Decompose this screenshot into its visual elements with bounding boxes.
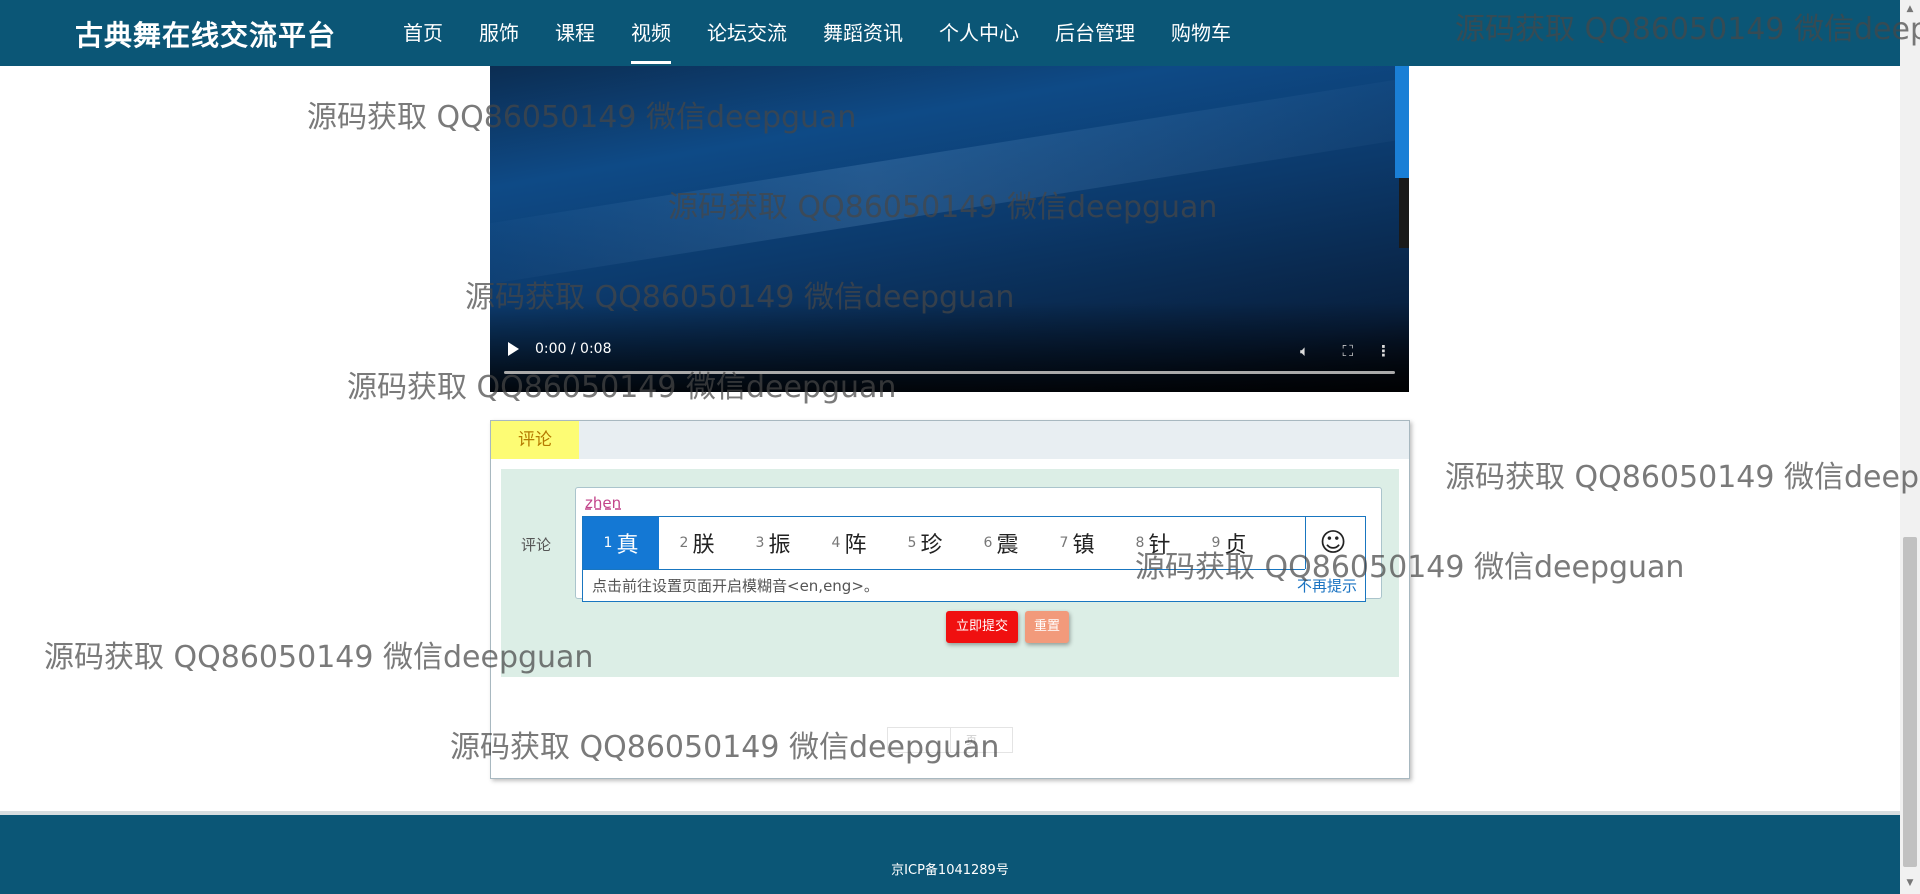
- ime-candidate[interactable]: 4阵: [811, 517, 887, 569]
- nav-home[interactable]: 首页: [385, 0, 461, 66]
- submit-button[interactable]: 立即提交: [946, 611, 1018, 643]
- comment-panel: 评论 评论 zhen 1真 2朕 3振 4阵 5珍 6震 7镇 8针 9贞 ☺ …: [490, 420, 1410, 779]
- nav-course[interactable]: 课程: [537, 0, 613, 66]
- nav-video[interactable]: 视频: [613, 0, 689, 66]
- nav-forum[interactable]: 论坛交流: [689, 0, 805, 66]
- comment-field-label: 评论: [521, 536, 552, 554]
- nav-costume[interactable]: 服饰: [461, 0, 537, 66]
- video-progress-bar[interactable]: [504, 371, 1395, 374]
- scroll-thumb[interactable]: [1903, 537, 1917, 867]
- volume-icon[interactable]: 🔈︎: [1300, 342, 1309, 360]
- video-frame-highlight: [490, 66, 1409, 292]
- pagination-divider: [950, 728, 951, 752]
- video-time: 0:00 / 0:08: [535, 341, 612, 357]
- comment-textarea[interactable]: zhen 1真 2朕 3振 4阵 5珍 6震 7镇 8针 9贞 ☺ 点击前往设置…: [575, 487, 1382, 602]
- ime-candidate[interactable]: 6震: [963, 517, 1039, 569]
- footer: 京ICP备1041289号: [0, 815, 1900, 894]
- pagination: 页: [887, 727, 1013, 753]
- watermark-text: 源码获取 QQ86050149 微信deepguan: [1445, 460, 1920, 495]
- nav-admin[interactable]: 后台管理: [1037, 0, 1153, 66]
- emoji-icon[interactable]: ☺: [1305, 517, 1360, 569]
- fullscreen-icon[interactable]: ⛶: [1342, 342, 1353, 360]
- ime-candidate[interactable]: 3振: [735, 517, 811, 569]
- ime-composition-text: zhen: [585, 494, 622, 512]
- video-frame-edge: [1395, 66, 1409, 178]
- ime-candidate-window: 1真 2朕 3振 4阵 5珍 6震 7镇 8针 9贞 ☺ 点击前往设置页面开启模…: [582, 516, 1366, 602]
- tab-comment[interactable]: 评论: [491, 421, 579, 459]
- play-icon[interactable]: [508, 342, 519, 356]
- more-options-icon[interactable]: ⋮: [1376, 342, 1391, 360]
- ime-candidate[interactable]: 8针: [1115, 517, 1191, 569]
- video-player[interactable]: 0:00 / 0:08 🔈︎ ⛶ ⋮: [490, 66, 1409, 392]
- ime-candidate[interactable]: 7镇: [1039, 517, 1115, 569]
- site-title[interactable]: 古典舞在线交流平台: [75, 14, 336, 54]
- video-frame-edge-dark: [1399, 178, 1409, 248]
- reset-button[interactable]: 重置: [1025, 611, 1069, 643]
- comment-panel-header: [491, 421, 1409, 459]
- ime-dismiss-hint-link[interactable]: 不再提示: [1297, 575, 1357, 596]
- nav-user-center[interactable]: 个人中心: [921, 0, 1037, 66]
- main-nav: 首页 服饰 课程 视频 论坛交流 舞蹈资讯 个人中心 后台管理 购物车: [385, 0, 1249, 66]
- ime-candidate[interactable]: 9贞: [1191, 517, 1267, 569]
- nav-cart[interactable]: 购物车: [1153, 0, 1249, 66]
- icp-record[interactable]: 京ICP备1041289号: [0, 859, 1900, 878]
- scroll-down-icon[interactable]: ▼: [1904, 878, 1916, 890]
- scroll-up-icon[interactable]: ▲: [1904, 4, 1916, 16]
- ime-candidate[interactable]: 5珍: [887, 517, 963, 569]
- ime-candidate-list: 1真 2朕 3振 4阵 5珍 6震 7镇 8针 9贞: [583, 517, 1305, 570]
- ime-candidate[interactable]: 2朕: [659, 517, 735, 569]
- nav-news[interactable]: 舞蹈资讯: [805, 0, 921, 66]
- video-controls-bar: [490, 302, 1409, 392]
- pagination-page[interactable]: 页: [966, 732, 977, 748]
- ime-fuzzy-hint[interactable]: 点击前往设置页面开启模糊音<en,eng>。: [592, 575, 879, 596]
- comment-form: 评论 zhen 1真 2朕 3振 4阵 5珍 6震 7镇 8针 9贞 ☺ 点击前…: [501, 469, 1399, 677]
- top-navbar: 古典舞在线交流平台 首页 服饰 课程 视频 论坛交流 舞蹈资讯 个人中心 后台管…: [0, 0, 1900, 66]
- ime-candidate[interactable]: 1真: [583, 517, 659, 569]
